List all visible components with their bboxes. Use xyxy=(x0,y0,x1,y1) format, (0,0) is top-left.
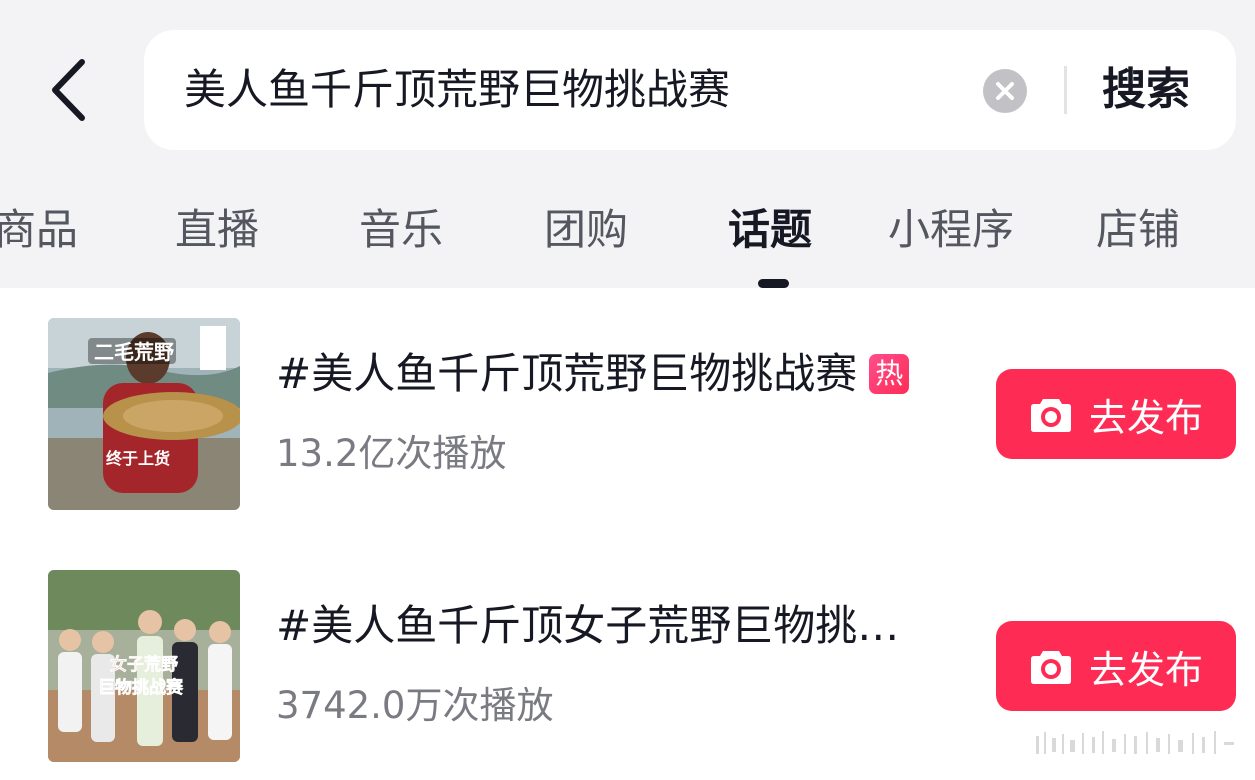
tab-stores[interactable]: 店铺 xyxy=(1096,195,1180,265)
tab-products[interactable]: 商品 xyxy=(0,195,78,265)
topic-title[interactable]: #美人鱼千斤顶女子荒野巨物挑… xyxy=(276,596,899,656)
topic-view-count: 3742.0万次播放 xyxy=(276,684,554,727)
topic-thumbnail: 女子荒野 巨物挑战赛 xyxy=(48,570,240,762)
back-button[interactable] xyxy=(40,55,96,125)
chevron-left-icon xyxy=(52,59,85,121)
camera-icon xyxy=(1029,647,1073,685)
publish-button[interactable]: 去发布 xyxy=(996,369,1236,459)
search-button[interactable]: 搜索 xyxy=(1102,60,1190,120)
search-input[interactable]: 美人鱼千斤顶荒野巨物挑战赛 xyxy=(184,60,730,120)
topic-title-text: #美人鱼千斤顶女子荒野巨物挑… xyxy=(276,601,900,650)
category-tabs: 商品 直播 音乐 团购 话题 小程序 店铺 xyxy=(0,195,1255,288)
search-divider xyxy=(1064,66,1067,114)
topic-view-count: 13.2亿次播放 xyxy=(276,432,507,475)
camera-icon xyxy=(1029,395,1073,433)
scan-artifact xyxy=(1036,728,1236,758)
publish-label: 去发布 xyxy=(1088,395,1203,440)
tab-music[interactable]: 音乐 xyxy=(359,195,443,265)
tab-group-buy[interactable]: 团购 xyxy=(544,195,628,265)
header-area: 美人鱼千斤顶荒野巨物挑战赛 搜索 商品 直播 音乐 团购 话题 小程序 店铺 xyxy=(0,0,1255,288)
tab-mini-programs[interactable]: 小程序 xyxy=(888,195,1014,265)
svg-text:终于上货: 终于上货 xyxy=(106,449,170,468)
clear-icon xyxy=(996,82,1014,100)
topic-thumbnail: 二毛荒野 终于上货 xyxy=(48,318,240,510)
topic-result-row[interactable]: 二毛荒野 终于上货 #美人鱼千斤顶荒野巨物挑战赛 热 13.2亿次播放 去发布 xyxy=(0,318,1255,518)
svg-text:女子荒野: 女子荒野 xyxy=(110,654,178,675)
tab-topics[interactable]: 话题 xyxy=(728,195,812,265)
active-tab-indicator xyxy=(758,279,789,288)
topic-title[interactable]: #美人鱼千斤顶荒野巨物挑战赛 热 xyxy=(276,344,910,404)
clear-search-button[interactable] xyxy=(983,69,1027,113)
svg-text:巨物挑战赛: 巨物挑战赛 xyxy=(98,677,184,698)
svg-text:二毛荒野: 二毛荒野 xyxy=(94,340,174,364)
tab-live[interactable]: 直播 xyxy=(175,195,259,265)
hot-badge: 热 xyxy=(869,354,910,394)
topic-title-text: #美人鱼千斤顶荒野巨物挑战赛 xyxy=(276,349,858,398)
publish-label: 去发布 xyxy=(1088,647,1203,692)
publish-button[interactable]: 去发布 xyxy=(996,621,1236,711)
search-bar[interactable]: 美人鱼千斤顶荒野巨物挑战赛 搜索 xyxy=(144,30,1236,150)
